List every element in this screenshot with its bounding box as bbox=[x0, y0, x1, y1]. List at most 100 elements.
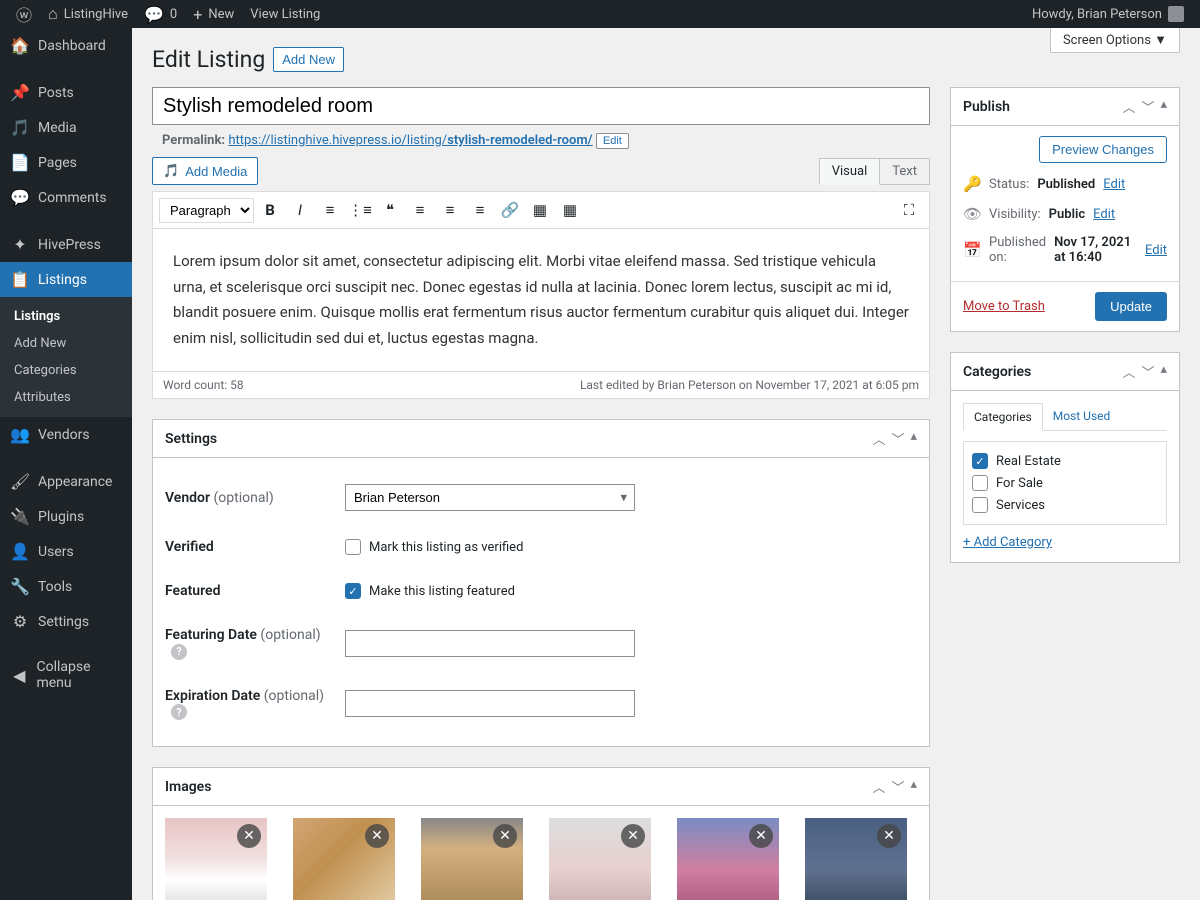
move-up-icon[interactable]: ︿ bbox=[1122, 97, 1135, 116]
menu-media[interactable]: 🎵Media bbox=[0, 110, 132, 145]
image-thumbnail[interactable]: ✕ bbox=[805, 818, 907, 900]
categories-title: Categories bbox=[963, 364, 1031, 380]
menu-listings[interactable]: 📋Listings bbox=[0, 262, 132, 297]
collapse-menu[interactable]: ◀Collapse menu bbox=[0, 651, 132, 699]
move-down-icon[interactable]: ﹀ bbox=[891, 429, 904, 448]
category-list: ✓ Real Estate For Sale Services bbox=[963, 441, 1167, 525]
italic-button[interactable]: I bbox=[286, 196, 314, 224]
move-to-trash-link[interactable]: Move to Trash bbox=[963, 299, 1045, 314]
plus-icon: + bbox=[193, 5, 202, 24]
menu-hivepress[interactable]: ✦HivePress bbox=[0, 227, 132, 262]
menu-plugins[interactable]: 🔌Plugins bbox=[0, 499, 132, 534]
tab-text[interactable]: Text bbox=[880, 158, 930, 185]
tab-categories-all[interactable]: Categories bbox=[963, 403, 1043, 431]
submenu-categories[interactable]: Categories bbox=[0, 357, 132, 384]
bullet-list-button[interactable]: ≡ bbox=[316, 196, 344, 224]
image-thumbnail[interactable]: ✕ bbox=[165, 818, 267, 900]
add-new-button[interactable]: Add New bbox=[273, 47, 344, 72]
submenu-attributes[interactable]: Attributes bbox=[0, 384, 132, 411]
format-select[interactable]: Paragraph bbox=[159, 198, 254, 223]
category-item: ✓ Real Estate bbox=[972, 450, 1158, 472]
move-up-icon[interactable]: ︿ bbox=[1122, 362, 1135, 381]
menu-posts[interactable]: 📌Posts bbox=[0, 75, 132, 110]
quote-button[interactable]: ❝ bbox=[376, 196, 404, 224]
submenu-listings-all[interactable]: Listings bbox=[0, 303, 132, 330]
edit-date-link[interactable]: Edit bbox=[1145, 243, 1167, 258]
featured-checkbox[interactable]: ✓ bbox=[345, 583, 361, 599]
site-name-link[interactable]: ⌂ListingHive bbox=[40, 0, 136, 28]
toggle-icon[interactable]: ▴ bbox=[1160, 97, 1167, 116]
settings-icon: ⚙ bbox=[10, 612, 30, 631]
add-media-button[interactable]: 🎵Add Media bbox=[152, 157, 258, 185]
featuring-date-optional: (optional) bbox=[260, 627, 320, 643]
move-down-icon[interactable]: ﹀ bbox=[1141, 97, 1154, 116]
menu-tools[interactable]: 🔧Tools bbox=[0, 569, 132, 604]
link-button[interactable]: 🔗 bbox=[496, 196, 524, 224]
tab-categories-most-used[interactable]: Most Used bbox=[1043, 403, 1121, 430]
view-listing-link[interactable]: View Listing bbox=[242, 0, 328, 28]
update-button[interactable]: Update bbox=[1095, 292, 1167, 321]
more-button[interactable]: ▦ bbox=[526, 196, 554, 224]
remove-image-icon[interactable]: ✕ bbox=[621, 824, 645, 848]
remove-image-icon[interactable]: ✕ bbox=[877, 824, 901, 848]
menu-vendors[interactable]: 👥Vendors bbox=[0, 417, 132, 452]
permalink-link[interactable]: https://listinghive.hivepress.io/listing… bbox=[228, 133, 592, 148]
new-content-link[interactable]: +New bbox=[185, 0, 242, 28]
remove-image-icon[interactable]: ✕ bbox=[237, 824, 261, 848]
expiration-date-input[interactable] bbox=[345, 690, 635, 717]
vendors-icon: 👥 bbox=[10, 425, 30, 444]
menu-pages[interactable]: 📄Pages bbox=[0, 145, 132, 180]
remove-image-icon[interactable]: ✕ bbox=[493, 824, 517, 848]
screen-options-toggle[interactable]: Screen Options ▼ bbox=[1050, 28, 1180, 53]
vendor-select[interactable]: Brian Peterson bbox=[345, 484, 635, 511]
category-checkbox[interactable]: ✓ bbox=[972, 453, 988, 469]
image-thumbnail[interactable]: ✕ bbox=[421, 818, 523, 900]
help-icon[interactable]: ? bbox=[171, 644, 187, 660]
toggle-icon[interactable]: ▴ bbox=[910, 777, 917, 796]
my-account-link[interactable]: Howdy, Brian Peterson bbox=[1024, 0, 1192, 28]
title-input[interactable] bbox=[152, 87, 930, 125]
toggle-icon[interactable]: ▴ bbox=[910, 429, 917, 448]
calendar-icon: 📅 bbox=[963, 241, 981, 259]
image-thumbnail[interactable]: ✕ bbox=[677, 818, 779, 900]
add-category-link[interactable]: + Add Category bbox=[963, 535, 1052, 550]
menu-settings[interactable]: ⚙Settings bbox=[0, 604, 132, 639]
wp-logo[interactable]: ⓦ bbox=[8, 0, 40, 28]
toggle-icon[interactable]: ▴ bbox=[1160, 362, 1167, 381]
category-checkbox[interactable] bbox=[972, 497, 988, 513]
menu-users[interactable]: 👤Users bbox=[0, 534, 132, 569]
menu-dashboard[interactable]: 🏠Dashboard bbox=[0, 28, 132, 63]
edit-status-link[interactable]: Edit bbox=[1103, 177, 1125, 192]
fullscreen-button[interactable]: ⛶ bbox=[895, 196, 923, 224]
comments-link[interactable]: 💬0 bbox=[136, 0, 185, 28]
bold-button[interactable]: B bbox=[256, 196, 284, 224]
status-value: Published bbox=[1037, 177, 1095, 192]
toolbar-toggle-button[interactable]: ▦ bbox=[556, 196, 584, 224]
menu-appearance[interactable]: 🖌Appearance bbox=[0, 464, 132, 499]
category-checkbox[interactable] bbox=[972, 475, 988, 491]
move-up-icon[interactable]: ︿ bbox=[872, 777, 885, 796]
menu-comments[interactable]: 💬Comments bbox=[0, 180, 132, 215]
move-down-icon[interactable]: ﹀ bbox=[1141, 362, 1154, 381]
editor-content[interactable]: Lorem ipsum dolor sit amet, consectetur … bbox=[152, 229, 930, 372]
image-thumbnail[interactable]: ✕ bbox=[549, 818, 651, 900]
align-center-button[interactable]: ≡ bbox=[436, 196, 464, 224]
featuring-date-input[interactable] bbox=[345, 630, 635, 657]
move-up-icon[interactable]: ︿ bbox=[872, 429, 885, 448]
number-list-button[interactable]: ⋮≡ bbox=[346, 196, 374, 224]
align-right-button[interactable]: ≡ bbox=[466, 196, 494, 224]
help-icon[interactable]: ? bbox=[171, 704, 187, 720]
remove-image-icon[interactable]: ✕ bbox=[365, 824, 389, 848]
align-left-button[interactable]: ≡ bbox=[406, 196, 434, 224]
edit-visibility-link[interactable]: Edit bbox=[1093, 207, 1115, 222]
main-content: Screen Options ▼ Edit Listing Add New Pe… bbox=[132, 28, 1200, 900]
tab-visual[interactable]: Visual bbox=[819, 158, 881, 185]
remove-image-icon[interactable]: ✕ bbox=[749, 824, 773, 848]
preview-changes-button[interactable]: Preview Changes bbox=[1039, 136, 1167, 163]
move-down-icon[interactable]: ﹀ bbox=[891, 777, 904, 796]
submenu-listings: Listings Add New Categories Attributes bbox=[0, 297, 132, 417]
image-thumbnail[interactable]: ✕ bbox=[293, 818, 395, 900]
verified-checkbox[interactable] bbox=[345, 539, 361, 555]
permalink-edit-button[interactable]: Edit bbox=[596, 133, 629, 149]
submenu-add-new[interactable]: Add New bbox=[0, 330, 132, 357]
